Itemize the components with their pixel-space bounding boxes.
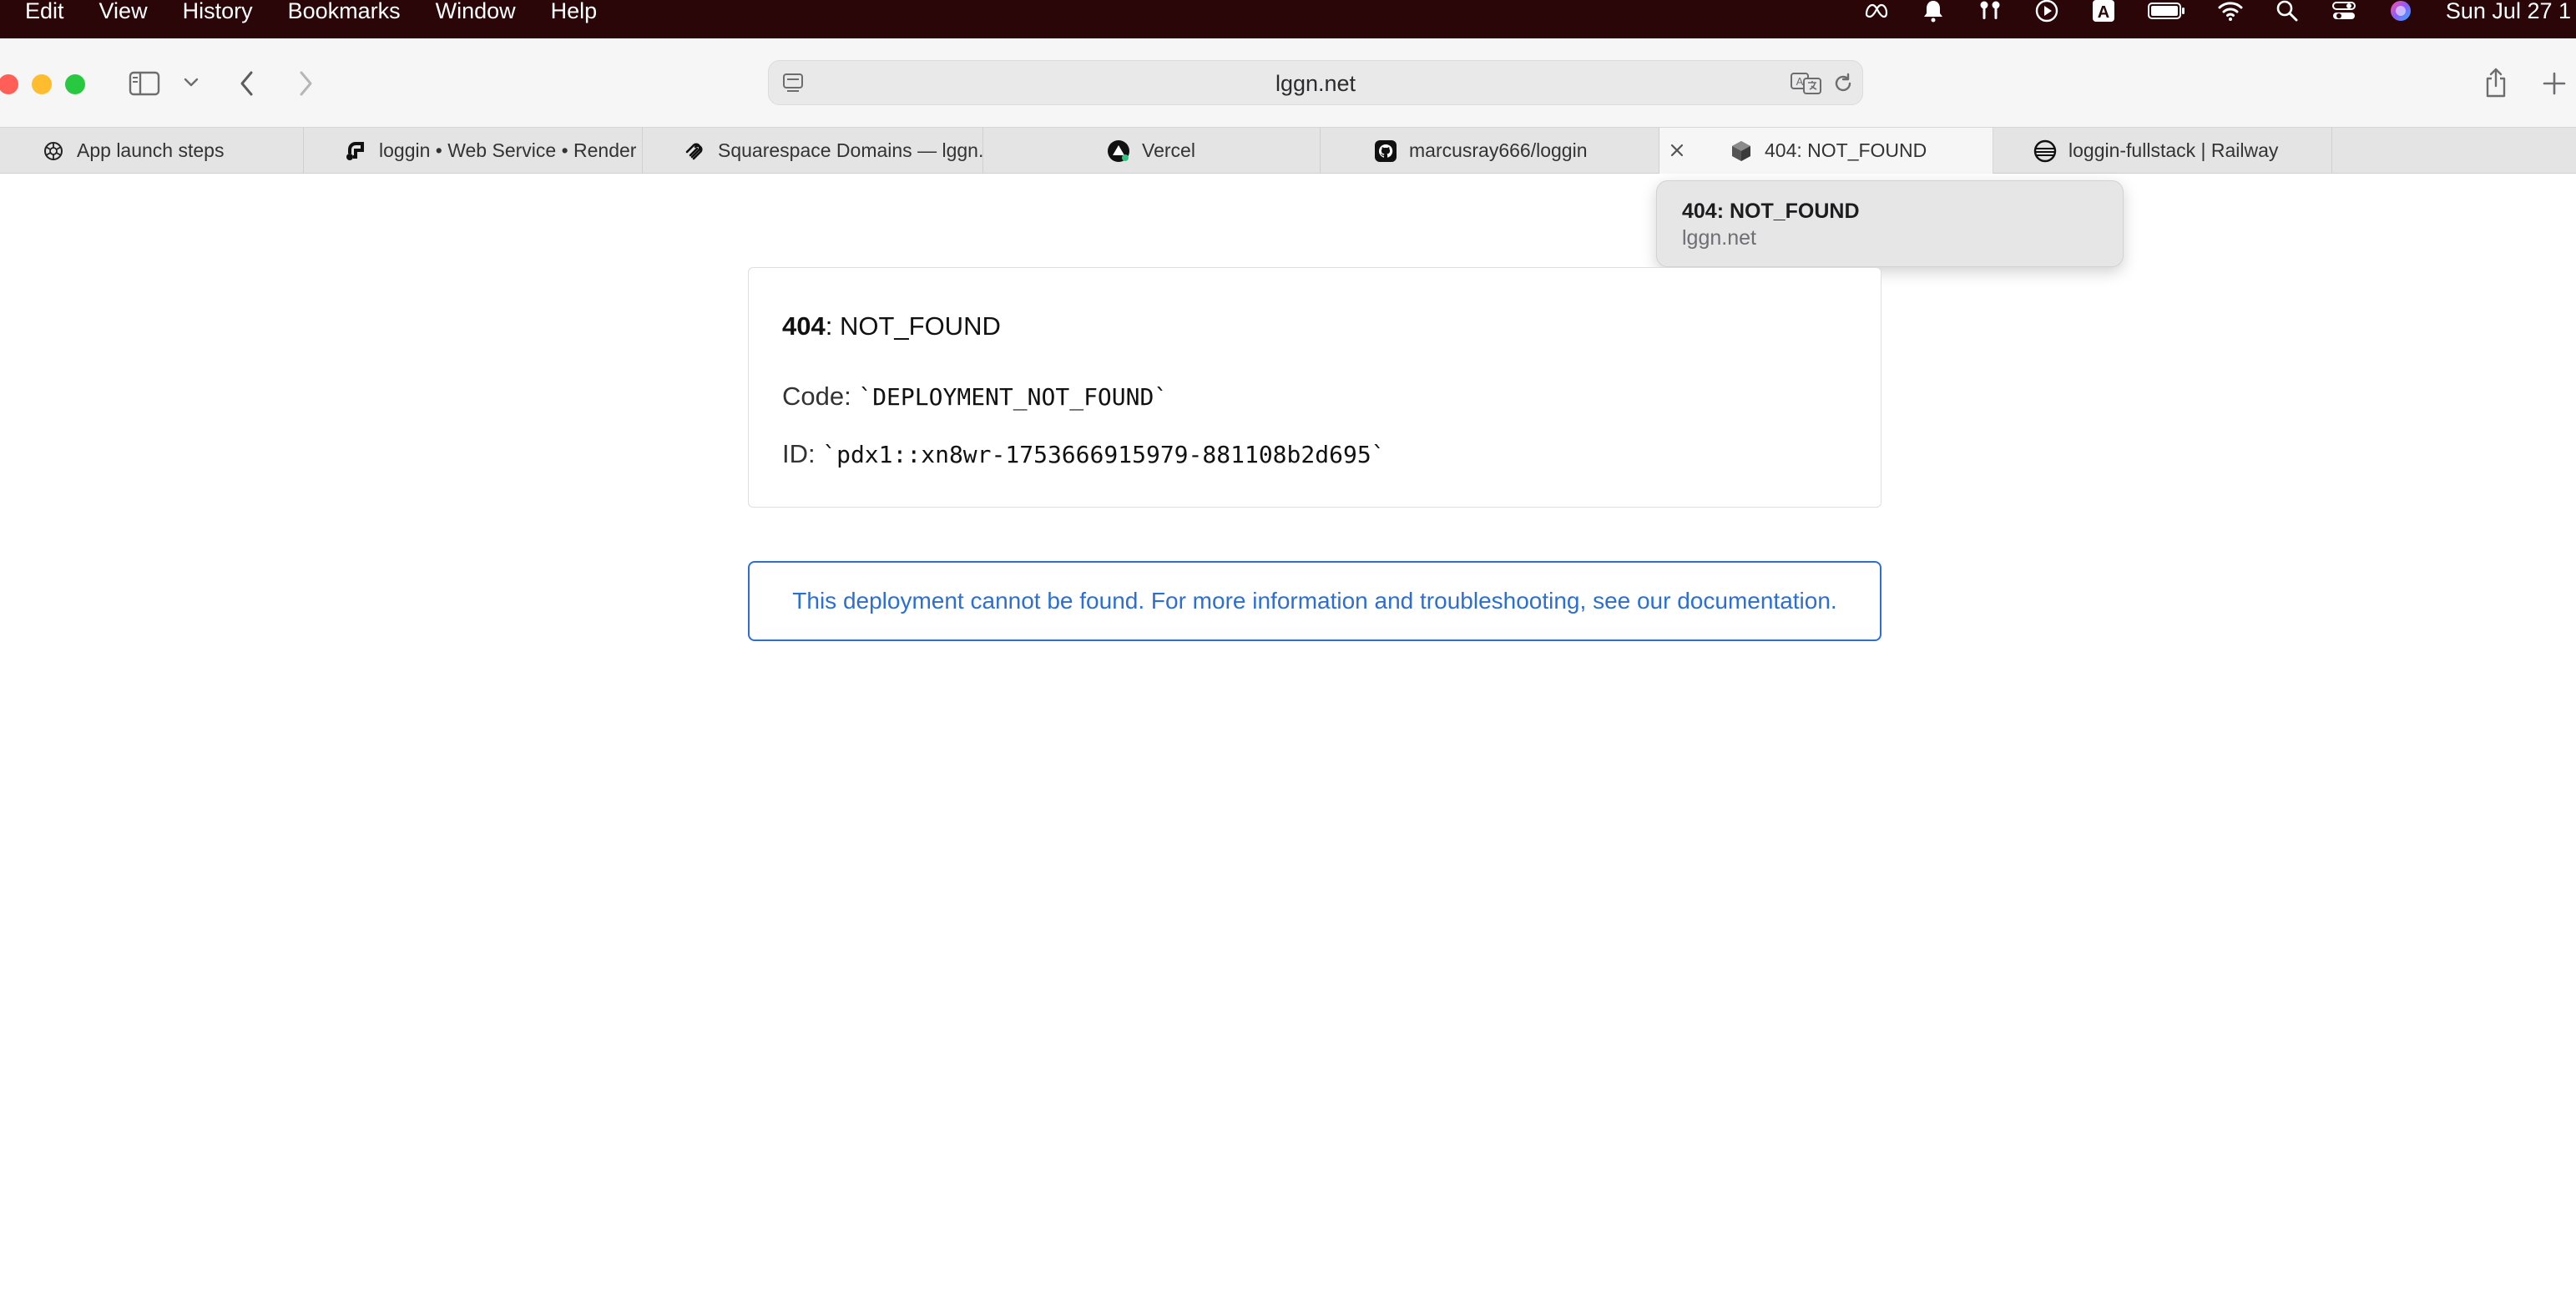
menu-edit[interactable]: Edit <box>25 0 64 30</box>
minimize-window-button[interactable] <box>32 74 52 94</box>
zoom-window-button[interactable] <box>65 74 85 94</box>
tab-bar: App launch steps loggin • Web Service • … <box>0 127 2576 174</box>
meta-icon[interactable] <box>1860 0 1893 30</box>
tab-title: Squarespace Domains — lggn.net <box>718 139 983 161</box>
menu-view[interactable]: View <box>99 0 148 30</box>
tab-404-not-found[interactable]: 404: NOT_FOUND <box>1659 128 1993 174</box>
menu-bookmarks[interactable]: Bookmarks <box>288 0 401 30</box>
error-id-label: ID: <box>782 439 823 468</box>
cube-icon <box>1730 139 1753 163</box>
error-code-label: Code: <box>782 382 859 411</box>
menu-help[interactable]: Help <box>551 0 598 30</box>
browser-toolbar: lggn.net A <box>0 38 2576 127</box>
error-code-line: Code: `DEPLOYMENT_NOT_FOUND` <box>782 380 1847 414</box>
input-source-label: A <box>2098 3 2109 22</box>
status-area: A Sun Jul 27 1 <box>1836 0 2576 38</box>
back-chevron-icon[interactable] <box>234 65 260 102</box>
tab-github-repo[interactable]: marcusray666/loggin <box>1321 128 1659 174</box>
tooltip-url: lggn.net <box>1682 226 1756 250</box>
tab-title: Vercel <box>1142 139 1195 161</box>
menu-clock[interactable]: Sun Jul 27 1 <box>2446 0 2571 24</box>
tab-title: 404: NOT_FOUND <box>1765 139 1927 161</box>
address-url[interactable]: lggn.net <box>769 61 1862 106</box>
tab-title: loggin • Web Service • Render <box>379 139 637 161</box>
control-center-icon[interactable] <box>2327 0 2361 30</box>
github-icon <box>1374 139 1397 163</box>
notification-bell-icon[interactable] <box>1917 0 1950 30</box>
reload-icon[interactable] <box>1831 71 1856 96</box>
airpods-icon[interactable] <box>1973 0 2007 30</box>
svg-text:A: A <box>1796 75 1804 88</box>
error-card: 404: NOT_FOUND Code: `DEPLOYMENT_NOT_FOU… <box>748 267 1881 508</box>
close-tab-icon[interactable] <box>1664 138 1690 163</box>
error-status-code: 404 <box>782 311 826 341</box>
tab-vercel[interactable]: Vercel <box>983 128 1321 174</box>
menu-window[interactable]: Window <box>436 0 516 30</box>
close-window-button[interactable] <box>0 74 18 94</box>
tab-preview-tooltip: 404: NOT_FOUND lggn.net <box>1656 180 2124 267</box>
new-tab-plus-icon[interactable] <box>2539 68 2569 99</box>
input-source-icon[interactable]: A <box>2087 0 2120 30</box>
error-id-value: `pdx1::xn8wr-1753666915979-881108b2d695` <box>822 441 1386 468</box>
render-icon <box>344 139 367 163</box>
sidebar-toggle-icon[interactable] <box>127 67 162 100</box>
app-menus: Edit View History Bookmarks Window Help <box>25 0 632 38</box>
vercel-icon <box>1107 139 1130 163</box>
tab-squarespace-domains[interactable]: Squarespace Domains — lggn.net <box>643 128 983 174</box>
wifi-icon[interactable] <box>2214 0 2247 30</box>
error-status-text: : NOT_FOUND <box>825 311 1001 341</box>
tooltip-title: 404: NOT_FOUND <box>1682 200 1860 223</box>
tab-title: loggin-fullstack | Railway <box>2068 139 2279 161</box>
play-circle-icon[interactable] <box>2030 0 2063 30</box>
menu-history[interactable]: History <box>183 0 253 30</box>
squarespace-icon <box>683 139 706 163</box>
translate-icon[interactable]: A <box>1789 69 1824 98</box>
share-icon[interactable] <box>2479 63 2513 102</box>
battery-icon[interactable] <box>2144 0 2190 30</box>
tab-render-loggin[interactable]: loggin • Web Service • Render <box>304 128 643 174</box>
error-title: 404: NOT_FOUND <box>782 310 1847 343</box>
railway-icon <box>2033 139 2057 163</box>
tab-title: marcusray666/loggin <box>1409 139 1588 161</box>
documentation-message[interactable]: This deployment cannot be found. For mor… <box>792 588 1836 614</box>
documentation-info-link[interactable]: This deployment cannot be found. For mor… <box>748 561 1881 641</box>
tab-app-launch-steps[interactable]: App launch steps <box>0 128 304 174</box>
spotlight-search-icon[interactable] <box>2270 0 2304 30</box>
error-id-line: ID: `pdx1::xn8wr-1753666915979-881108b2d… <box>782 437 1847 472</box>
tab-group-chevron-down-icon[interactable] <box>179 70 204 95</box>
address-bar[interactable]: lggn.net A <box>768 60 1863 105</box>
forward-chevron-icon[interactable] <box>292 65 319 102</box>
error-code-value: `DEPLOYMENT_NOT_FOUND` <box>858 383 1169 411</box>
tab-title: App launch steps <box>77 139 225 161</box>
tab-railway[interactable]: loggin-fullstack | Railway <box>1993 128 2332 174</box>
menu-bar: Edit View History Bookmarks Window Help … <box>0 0 2576 38</box>
siri-icon[interactable] <box>2384 0 2417 30</box>
openai-icon <box>42 139 65 163</box>
